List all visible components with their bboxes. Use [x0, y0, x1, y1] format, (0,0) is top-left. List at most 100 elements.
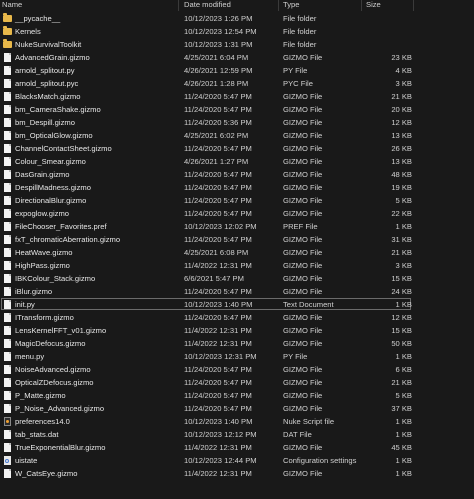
file-size — [366, 38, 412, 51]
file-date: 11/4/2022 12:31 PM — [184, 339, 252, 348]
file-type: GIZMO File — [283, 183, 323, 192]
file-type: GIZMO File — [283, 365, 323, 374]
file-icon — [4, 92, 11, 101]
file-row[interactable]: bm_Despill.gizmo 11/24/2020 5:36 PM GIZMO … — [0, 116, 474, 129]
file-row[interactable]: HighPass.gizmo 11/4/2022 12:31 PM GIZMO Fi… — [0, 259, 474, 272]
file-row[interactable]: init.py 10/12/2023 1:40 PM Text Document 1 … — [0, 298, 474, 311]
file-name: bm_Despill.gizmo — [15, 118, 75, 127]
file-row[interactable]: bm_OpticalGlow.gizmo 4/25/2021 6:02 PM GIZ… — [0, 129, 474, 142]
file-row[interactable]: ITransform.gizmo 11/24/2020 5:47 PM GIZMO … — [0, 311, 474, 324]
column-header-type[interactable]: Type — [281, 0, 361, 11]
file-row[interactable]: Colour_Smear.gizmo 4/26/2021 1:27 PM GIZMO… — [0, 155, 474, 168]
file-row[interactable]: IBKColour_Stack.gizmo 6/6/2021 5:47 PM GIZ… — [0, 272, 474, 285]
file-row[interactable]: preferences14.0 10/12/2023 1:40 PM Nuke Sc… — [0, 415, 474, 428]
file-row[interactable]: LensKernelFFT_v01.gizmo 11/4/2022 12:31 P… — [0, 324, 474, 337]
file-row[interactable]: arnold_splitout.py 4/26/2021 12:59 PM PY F… — [0, 64, 474, 77]
file-row[interactable]: arnold_splitout.pyc 4/26/2021 1:28 PM PYC … — [0, 77, 474, 90]
file-name: BlacksMatch.gizmo — [15, 92, 81, 101]
file-type: GIZMO File — [283, 248, 323, 257]
column-divider[interactable] — [178, 0, 179, 11]
file-type: PY File — [283, 66, 308, 75]
file-row[interactable]: uistate 10/12/2023 12:44 PM Configuration … — [0, 454, 474, 467]
file-name: LensKernelFFT_v01.gizmo — [15, 326, 107, 335]
file-size — [366, 25, 412, 38]
file-date: 11/24/2020 5:47 PM — [184, 170, 252, 179]
file-row[interactable]: ChannelContactSheet.gizmo 11/24/2020 5:47… — [0, 142, 474, 155]
file-size: 19 KB — [391, 183, 412, 192]
column-divider[interactable] — [361, 0, 362, 11]
file-size: 48 KB — [391, 170, 412, 179]
file-row[interactable]: DespillMadness.gizmo 11/24/2020 5:47 PM GI… — [0, 181, 474, 194]
file-size: 1 KB — [395, 352, 412, 361]
file-name: preferences14.0 — [15, 417, 70, 426]
file-row[interactable]: W_CatsEye.gizmo 11/4/2022 12:31 PM GIZMO F… — [0, 467, 474, 480]
file-name: IBKColour_Stack.gizmo — [15, 274, 96, 283]
file-icon — [4, 66, 11, 75]
file-name: Colour_Smear.gizmo — [15, 157, 86, 166]
file-row[interactable]: expoglow.gizmo 11/24/2020 5:47 PM GIZMO Fi… — [0, 207, 474, 220]
file-date: 11/24/2020 5:47 PM — [184, 196, 252, 205]
file-icon — [4, 196, 11, 205]
file-date: 4/25/2021 6:04 PM — [184, 53, 249, 62]
file-row[interactable]: DirectionalBlur.gizmo 11/24/2020 5:47 PM G… — [0, 194, 474, 207]
file-date: 11/24/2020 5:47 PM — [184, 144, 252, 153]
file-row[interactable]: FileChooser_Favorites.pref 10/12/2023 12:… — [0, 220, 474, 233]
file-row[interactable]: __pycache__ 10/12/2023 1:26 PM File folder — [0, 12, 474, 25]
file-type: GIZMO File — [283, 157, 323, 166]
file-row[interactable]: NoiseAdvanced.gizmo 11/24/2020 5:47 PM GIZ… — [0, 363, 474, 376]
file-size: 15 KB — [391, 326, 412, 335]
file-row[interactable]: MagicDefocus.gizmo 11/4/2022 12:31 PM GIZM… — [0, 337, 474, 350]
file-icon — [4, 313, 11, 322]
file-size: 4 KB — [395, 66, 412, 75]
file-row[interactable]: tab_stats.dat 10/12/2023 12:12 PM DAT File… — [0, 428, 474, 441]
file-date: 11/4/2022 12:31 PM — [184, 261, 252, 270]
file-size: 5 KB — [395, 391, 412, 400]
file-name: MagicDefocus.gizmo — [15, 339, 86, 348]
file-row[interactable]: bm_CameraShake.gizmo 11/24/2020 5:47 PM GI… — [0, 103, 474, 116]
file-size: 1 KB — [395, 430, 412, 439]
file-name: ITransform.gizmo — [15, 313, 74, 322]
file-size: 1 KB — [395, 300, 412, 309]
file-size: 5 KB — [395, 196, 412, 205]
file-type: GIZMO File — [283, 53, 323, 62]
column-header-name[interactable]: Name — [0, 0, 178, 11]
file-icon — [4, 261, 11, 270]
file-row[interactable]: OpticalZDefocus.gizmo 11/24/2020 5:47 PM G… — [0, 376, 474, 389]
file-type: GIZMO File — [283, 144, 323, 153]
file-icon — [4, 365, 11, 374]
file-row[interactable]: DasGrain.gizmo 11/24/2020 5:47 PM GIZMO Fi… — [0, 168, 474, 181]
file-row[interactable]: P_Matte.gizmo 11/24/2020 5:47 PM GIZMO Fil… — [0, 389, 474, 402]
file-icon — [4, 131, 11, 140]
file-size: 22 KB — [391, 209, 412, 218]
file-name: menu.py — [15, 352, 45, 361]
file-date: 11/24/2020 5:47 PM — [184, 235, 252, 244]
file-row[interactable]: P_Noise_Advanced.gizmo 11/24/2020 5:47 PM… — [0, 402, 474, 415]
column-divider[interactable] — [278, 0, 279, 11]
file-row[interactable]: menu.py 10/12/2023 12:31 PM PY File 1 KB — [0, 350, 474, 363]
file-row[interactable]: iBlur.gizmo 11/24/2020 5:47 PM GIZMO File 2… — [0, 285, 474, 298]
column-divider[interactable] — [413, 0, 414, 11]
file-row[interactable]: NukeSurvivalToolkit 10/12/2023 1:31 PM Fil… — [0, 38, 474, 51]
file-name: Kernels — [15, 27, 41, 36]
file-date: 4/25/2021 6:02 PM — [184, 131, 249, 140]
file-size: 12 KB — [391, 118, 412, 127]
file-row[interactable]: Kernels 10/12/2023 12:54 PM File folder — [0, 25, 474, 38]
file-icon — [4, 352, 11, 361]
file-size: 1 KB — [395, 456, 412, 465]
file-row[interactable]: fxT_chromaticAberration.gizmo 11/24/2020 … — [0, 233, 474, 246]
column-header-date[interactable]: Date modified — [182, 0, 278, 11]
file-row[interactable]: AdvancedGrain.gizmo 4/25/2021 6:04 PM GIZM… — [0, 51, 474, 64]
file-name: P_Matte.gizmo — [15, 391, 66, 400]
file-date: 11/24/2020 5:47 PM — [184, 365, 252, 374]
file-row[interactable]: HeatWave.gizmo 4/25/2021 6:08 PM GIZMO Fil… — [0, 246, 474, 259]
file-icon — [4, 274, 11, 283]
file-row[interactable]: TrueExponentialBlur.gizmo 11/4/2022 12:31… — [0, 441, 474, 454]
nuke-script-icon — [4, 417, 11, 426]
file-type: GIZMO File — [283, 209, 323, 218]
column-header-size[interactable]: Size — [364, 0, 414, 11]
file-name: P_Noise_Advanced.gizmo — [15, 404, 105, 413]
file-row[interactable]: BlacksMatch.gizmo 11/24/2020 5:47 PM GIZMO… — [0, 90, 474, 103]
file-date: 10/12/2023 12:02 PM — [184, 222, 257, 231]
file-type: GIZMO File — [283, 92, 323, 101]
file-date: 11/4/2022 12:31 PM — [184, 443, 252, 452]
